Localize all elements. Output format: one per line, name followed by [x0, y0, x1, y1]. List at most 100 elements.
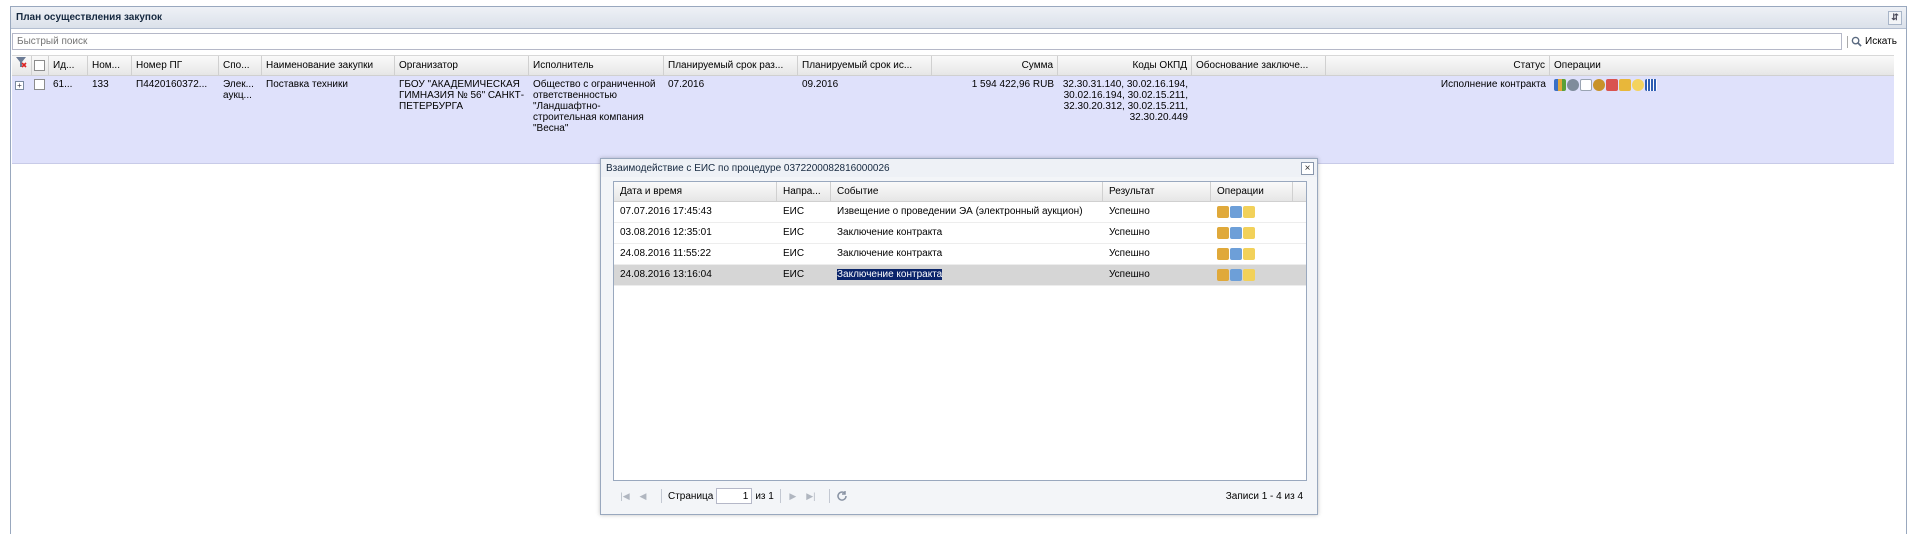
- notes-icon[interactable]: [1243, 227, 1255, 239]
- notes-icon[interactable]: [1243, 269, 1255, 281]
- cell-id: 61...: [53, 79, 73, 90]
- col-header-id[interactable]: Ид...: [49, 56, 88, 75]
- package-icon[interactable]: [1217, 248, 1229, 260]
- cell-direction: ЕИС: [783, 227, 805, 238]
- cell-event: Заключение контракта: [837, 227, 943, 238]
- cell-datetime: 07.07.2016 17:45:43: [620, 206, 712, 217]
- separator: [661, 489, 662, 503]
- select-all-checkbox[interactable]: [32, 56, 49, 75]
- col-header-plan-end[interactable]: Планируемый срок ис...: [798, 56, 932, 75]
- cell-operations: [1550, 76, 1884, 163]
- page-number-input[interactable]: [716, 488, 753, 504]
- search-bar: Искать: [11, 33, 1906, 51]
- close-icon[interactable]: ×: [1301, 161, 1314, 175]
- package-icon[interactable]: [1217, 269, 1229, 281]
- document-icon[interactable]: [1580, 79, 1592, 91]
- cell-purchase-name: Поставка техники: [266, 79, 348, 90]
- col-header-justification[interactable]: Обоснование заключе...: [1192, 56, 1326, 75]
- col-header-num[interactable]: Ном...: [88, 56, 132, 75]
- page-count-label: из 1: [755, 490, 774, 502]
- col-header-purchase-name[interactable]: Наименование закупки: [262, 56, 395, 75]
- cell-method: Элек... аукц...: [223, 79, 254, 101]
- document-icon[interactable]: [1230, 206, 1242, 218]
- last-page-icon[interactable]: ▶|: [805, 490, 817, 502]
- table-row[interactable]: 24.08.2016 11:55:22 ЕИС Заключение контр…: [614, 244, 1306, 265]
- cell-operations: [1211, 244, 1293, 264]
- package-icon[interactable]: [1217, 227, 1229, 239]
- dialog-title-bar[interactable]: Взаимодействие с ЕИС по процедуре 037220…: [601, 159, 1317, 177]
- clear-filter-icon[interactable]: [12, 56, 32, 75]
- separator: [828, 489, 830, 503]
- cell-num: 133: [92, 79, 109, 90]
- cell-datetime: 03.08.2016 12:35:01: [620, 227, 712, 238]
- col-header-direction[interactable]: Напра...: [777, 182, 831, 201]
- chart-icon[interactable]: [1554, 79, 1566, 91]
- col-header-sum[interactable]: Сумма: [932, 56, 1058, 75]
- row-expander[interactable]: +: [12, 76, 32, 163]
- eis-interaction-dialog: Взаимодействие с ЕИС по процедуре 037220…: [600, 158, 1318, 515]
- col-header-executor[interactable]: Исполнитель: [529, 56, 664, 75]
- cell-pg-number: П4420160372...: [136, 79, 208, 90]
- pager: |◀ ◀ Страница из 1 ▶ ▶| Записи 1 - 4 из …: [613, 484, 1307, 508]
- cell-plan-start: 07.2016: [668, 79, 705, 90]
- cell-result: Успешно: [1109, 206, 1150, 217]
- cell-datetime: 24.08.2016 11:55:22: [620, 248, 712, 259]
- col-header-okpd[interactable]: Коды ОКПД: [1058, 56, 1192, 75]
- next-page-icon[interactable]: ▶: [787, 490, 799, 502]
- selected-text: Заключение контракта: [837, 269, 943, 280]
- first-page-icon[interactable]: |◀: [619, 490, 631, 502]
- notes-icon[interactable]: [1619, 79, 1631, 91]
- cell-event: Заключение контракта: [837, 248, 943, 259]
- document-icon[interactable]: [1230, 248, 1242, 260]
- col-header-result[interactable]: Результат: [1103, 182, 1211, 201]
- refresh-icon[interactable]: [836, 490, 848, 502]
- cell-operations: [1211, 265, 1293, 285]
- cell-sum: 1 594 422,96 RUB: [971, 79, 1054, 90]
- restore-icon[interactable]: ⇵: [1888, 10, 1902, 25]
- table-row[interactable]: 03.08.2016 12:35:01 ЕИС Заключение контр…: [614, 223, 1306, 244]
- cell-direction: ЕИС: [783, 269, 805, 280]
- plus-icon[interactable]: +: [15, 81, 24, 90]
- search-input[interactable]: [12, 33, 1842, 50]
- col-header-datetime[interactable]: Дата и время: [614, 182, 777, 201]
- pdf-icon[interactable]: [1606, 79, 1618, 91]
- cell-result: Успешно: [1109, 248, 1150, 259]
- gear-icon[interactable]: [1567, 79, 1579, 91]
- table-row[interactable]: + 61... 133 П4420160372... Элек... аукц.…: [12, 76, 1894, 164]
- cell-datetime: 24.08.2016 13:16:04: [620, 269, 712, 280]
- records-label: Записи 1 - 4 из 4: [1225, 490, 1303, 502]
- document-icon[interactable]: [1230, 269, 1242, 281]
- col-header-organizer[interactable]: Организатор: [395, 56, 529, 75]
- cell-result: Успешно: [1109, 227, 1150, 238]
- notes-icon[interactable]: [1243, 248, 1255, 260]
- search-button-label: Искать: [1865, 36, 1897, 47]
- table-row[interactable]: 07.07.2016 17:45:43 ЕИС Извещение о пров…: [614, 202, 1306, 223]
- col-header-event[interactable]: Событие: [831, 182, 1103, 201]
- cell-okpd: 32.30.31.140, 30.02.16.194, 30.02.16.194…: [1062, 79, 1188, 123]
- cell-plan-end: 09.2016: [802, 79, 839, 90]
- cell-operations: [1211, 223, 1293, 243]
- dialog-title: Взаимодействие с ЕИС по процедуре 037220…: [606, 162, 890, 174]
- row-checkbox[interactable]: [32, 76, 49, 163]
- prev-page-icon[interactable]: ◀: [637, 490, 649, 502]
- cell-event: Заключение контракта: [831, 265, 1103, 285]
- emblem-icon[interactable]: [1593, 79, 1605, 91]
- panel-title: План осуществления закупок: [16, 12, 163, 23]
- notes-icon[interactable]: [1243, 206, 1255, 218]
- panel-header: План осуществления закупок ⇵: [11, 7, 1906, 29]
- cell-justification: [1192, 76, 1326, 163]
- package-icon[interactable]: [1217, 206, 1229, 218]
- col-header-plan-start[interactable]: Планируемый срок раз...: [664, 56, 798, 75]
- search-button[interactable]: Искать: [1847, 33, 1905, 50]
- cell-organizer: ГБОУ "АКАДЕМИЧЕСКАЯ ГИМНАЗИЯ № 56" САНКТ…: [399, 79, 525, 112]
- cell-result: Успешно: [1109, 269, 1150, 280]
- grid-header: Ид... Ном... Номер ПГ Спо... Наименовани…: [12, 55, 1894, 76]
- cell-direction: ЕИС: [783, 206, 805, 217]
- col-header-pg-number[interactable]: Номер ПГ: [132, 56, 219, 75]
- document-icon[interactable]: [1230, 227, 1242, 239]
- table-row-selected[interactable]: 24.08.2016 13:16:04 ЕИС Заключение контр…: [614, 265, 1306, 286]
- col-header-method[interactable]: Спо...: [219, 56, 262, 75]
- barcode-icon[interactable]: [1645, 79, 1657, 91]
- coin-icon[interactable]: [1632, 79, 1644, 91]
- col-header-status[interactable]: Статус: [1326, 56, 1550, 75]
